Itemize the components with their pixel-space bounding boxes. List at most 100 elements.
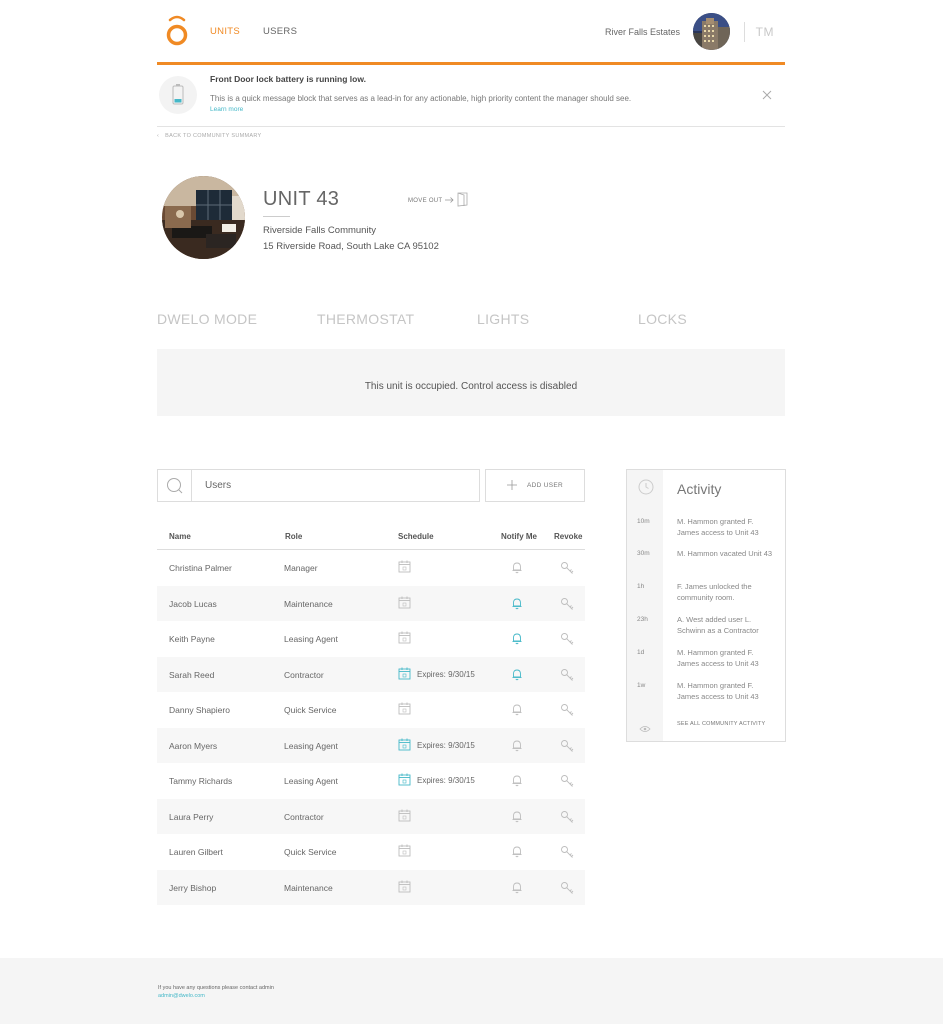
add-user-label: ADD USER	[527, 482, 563, 489]
user-name: Sarah Reed	[169, 669, 215, 680]
activity-entry: M. Hammon granted F. James access to Uni…	[677, 517, 759, 537]
close-icon[interactable]	[761, 88, 773, 100]
header-divider	[744, 22, 745, 42]
table-row[interactable]: Tammy Richards Leasing Agent Expires: 9/30…	[157, 763, 585, 799]
key-icon[interactable]	[560, 597, 574, 611]
activity-time: 10m	[637, 518, 650, 525]
table-row[interactable]: Jacob Lucas Maintenance	[157, 585, 585, 621]
bell-icon[interactable]	[511, 632, 523, 645]
calendar-icon[interactable]	[398, 809, 411, 822]
table-header: Name Role Schedule Notify Me Revoke	[157, 526, 585, 550]
user-role: Contractor	[284, 811, 324, 822]
unit-photo	[162, 176, 245, 259]
key-icon[interactable]	[560, 881, 574, 895]
user-role: Maintenance	[284, 882, 333, 893]
user-name: Jerry Bishop	[169, 882, 217, 893]
bell-icon[interactable]	[511, 561, 523, 574]
alert-learn-more-link[interactable]: Learn more	[210, 106, 243, 113]
key-icon[interactable]	[560, 703, 574, 717]
user-name: Laura Perry	[169, 811, 214, 822]
add-user-button[interactable]: ADD USER	[485, 469, 585, 502]
activity-time: 1h	[637, 583, 645, 590]
bell-icon[interactable]	[511, 774, 523, 787]
top-navigation: UNITS USERS River Falls Estates TM	[157, 0, 785, 64]
col-revoke[interactable]: Revoke	[554, 532, 582, 541]
bell-icon[interactable]	[511, 810, 523, 823]
community-avatar[interactable]	[693, 13, 730, 50]
user-initials[interactable]: TM	[756, 25, 774, 39]
col-role[interactable]: Role	[285, 532, 302, 541]
activity-panel: Activity 10m M. Hammon granted F. James a…	[626, 469, 786, 742]
calendar-icon[interactable]	[398, 773, 411, 786]
unit-address: 15 Riverside Road, South Lake CA 95102	[263, 241, 439, 252]
tab-dwelo-mode[interactable]: DWELO MODE	[157, 311, 257, 327]
table-row[interactable]: Jerry Bishop Maintenance	[157, 869, 585, 905]
calendar-icon[interactable]	[398, 667, 411, 680]
search-input[interactable]	[194, 470, 478, 501]
community-name[interactable]: River Falls Estates	[605, 27, 680, 37]
user-role: Leasing Agent	[284, 776, 338, 786]
table-row[interactable]: Sarah Reed Contractor Expires: 9/30/15	[157, 656, 585, 692]
dwelo-logo-icon[interactable]	[165, 14, 189, 46]
alert-banner: Front Door lock battery is running low. …	[157, 65, 785, 127]
bell-icon[interactable]	[511, 668, 523, 681]
table-row[interactable]: Danny Shapiero Quick Service	[157, 692, 585, 728]
activity-entry: M. Hammon vacated Unit 43	[677, 549, 773, 558]
nav-units[interactable]: UNITS	[210, 26, 240, 37]
back-to-community-link[interactable]: ‹ BACK TO COMMUNITY SUMMARY	[157, 133, 261, 139]
calendar-icon[interactable]	[398, 631, 411, 644]
key-icon[interactable]	[560, 810, 574, 824]
user-name: Jacob Lucas	[169, 598, 217, 609]
calendar-icon[interactable]	[398, 560, 411, 573]
calendar-icon[interactable]	[398, 596, 411, 609]
key-icon[interactable]	[560, 739, 574, 753]
user-role: Contractor	[284, 669, 324, 680]
bell-icon[interactable]	[511, 597, 523, 610]
bell-icon[interactable]	[511, 845, 523, 858]
activity-entry: M. Hammon granted F. James access to Uni…	[677, 648, 759, 668]
user-name: Lauren Gilbert	[169, 847, 223, 857]
unit-title-underline	[263, 216, 290, 217]
col-name[interactable]: Name	[169, 532, 191, 541]
key-icon[interactable]	[560, 845, 574, 859]
activity-time-gutter	[627, 470, 663, 741]
table-row[interactable]: Lauren Gilbert Quick Service	[157, 834, 585, 870]
control-status-message: This unit is occupied. Control access is…	[364, 381, 578, 392]
key-icon[interactable]	[560, 561, 574, 575]
alert-message: This is a quick message block that serve…	[210, 94, 632, 103]
calendar-icon[interactable]	[398, 738, 411, 751]
control-panel: This unit is occupied. Control access is…	[157, 349, 785, 416]
user-role: Leasing Agent	[284, 634, 338, 644]
see-all-activity-link[interactable]: SEE ALL COMMUNITY ACTIVITY	[677, 721, 765, 727]
calendar-icon[interactable]	[398, 880, 411, 893]
arrow-right-icon	[445, 196, 454, 205]
table-row[interactable]: Laura Perry Contractor	[157, 798, 585, 834]
key-icon[interactable]	[560, 668, 574, 682]
col-notify[interactable]: Notify Me	[501, 532, 537, 541]
battery-low-icon	[159, 76, 197, 114]
col-schedule[interactable]: Schedule	[398, 532, 434, 541]
door-icon	[457, 192, 468, 209]
activity-entry: A. West added user L. Schwinn as a Contr…	[677, 615, 759, 635]
tab-thermostat[interactable]: THERMOSTAT	[317, 311, 414, 327]
bell-icon[interactable]	[511, 881, 523, 894]
tab-locks[interactable]: LOCKS	[638, 311, 687, 327]
bell-icon[interactable]	[511, 703, 523, 716]
activity-title: Activity	[677, 481, 722, 497]
user-name: Christina Palmer	[169, 563, 232, 573]
nav-users[interactable]: USERS	[263, 26, 297, 37]
bell-icon[interactable]	[511, 739, 523, 752]
key-icon[interactable]	[560, 774, 574, 788]
search-icon[interactable]	[158, 470, 192, 501]
table-row[interactable]: Keith Payne Leasing Agent	[157, 621, 585, 657]
footer-email-link[interactable]: admin@dwelo.com	[158, 993, 205, 999]
table-row[interactable]: Christina Palmer Manager	[157, 550, 585, 586]
table-row[interactable]: Aaron Myers Leasing Agent Expires: 9/30/15	[157, 727, 585, 763]
user-role: Maintenance	[284, 598, 333, 609]
tab-lights[interactable]: LIGHTS	[477, 311, 529, 327]
move-out-button[interactable]: MOVE OUT	[408, 192, 468, 209]
alert-title: Front Door lock battery is running low.	[210, 74, 366, 84]
calendar-icon[interactable]	[398, 844, 411, 857]
calendar-icon[interactable]	[398, 702, 411, 715]
key-icon[interactable]	[560, 632, 574, 646]
